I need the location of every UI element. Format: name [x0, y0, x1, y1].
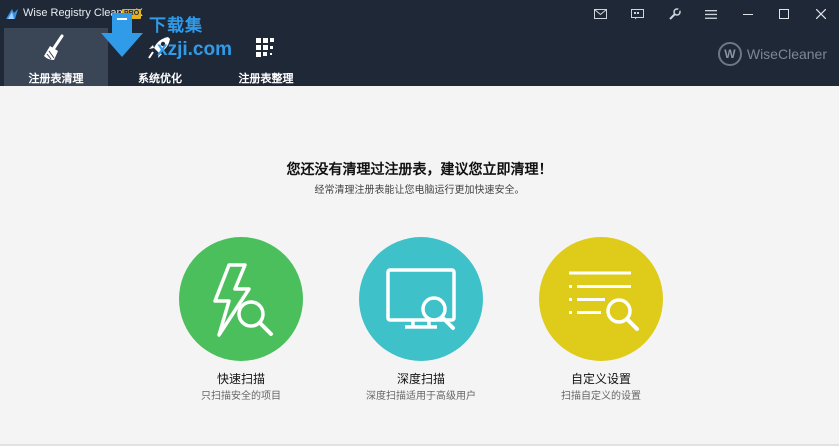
watermark: 下载集 xzji.com: [97, 11, 237, 67]
custom-settings-button[interactable]: 自定义设置 扫描自定义的设置: [539, 237, 663, 403]
app-logo-icon: [6, 9, 18, 19]
deep-scan-button[interactable]: 深度扫描 深度扫描适用于高级用户: [359, 237, 483, 403]
scan-description: 只扫描安全的项目: [201, 391, 281, 402]
menu-icon: [705, 9, 717, 19]
scan-description: 深度扫描适用于高级用户: [366, 391, 476, 402]
wisecleaner-brand[interactable]: W WiseCleaner: [717, 42, 827, 66]
broom-icon: [44, 34, 64, 60]
monitor-search-icon: [386, 268, 456, 330]
scan-title: 深度扫描: [396, 372, 445, 386]
tab-label: 注册表整理: [238, 72, 294, 85]
tools-button[interactable]: [661, 3, 687, 25]
download-arrow-icon: [101, 13, 143, 57]
scan-title: 快速扫描: [216, 372, 265, 386]
feedback-icon: [630, 8, 644, 19]
deep-scan-circle[interactable]: [359, 237, 483, 361]
scan-description: 扫描自定义的设置: [561, 391, 641, 402]
minimize-icon: [743, 14, 753, 15]
page-headline: 您还没有清理过注册表，建议您立即清理！: [286, 162, 553, 178]
brand-name: WiseCleaner: [746, 46, 827, 62]
feedback-button[interactable]: [624, 3, 650, 25]
menu-button[interactable]: [698, 3, 724, 25]
tab-label: 系统优化: [138, 72, 182, 85]
custom-settings-circle[interactable]: [539, 237, 663, 361]
minimize-button[interactable]: [735, 3, 761, 25]
list-search-icon: [569, 271, 639, 331]
app-header: Wise Registry Cleaner X PRO: [0, 0, 839, 86]
tools-icon: [668, 7, 681, 20]
defrag-blocks-icon: [256, 38, 274, 57]
quick-scan-button[interactable]: 快速扫描 只扫描安全的项目: [179, 237, 303, 403]
mail-button[interactable]: [587, 3, 613, 25]
wisecleaner-logo-icon: W: [717, 42, 742, 66]
close-button[interactable]: [808, 3, 834, 25]
watermark-url: xzji.com: [157, 39, 232, 60]
mail-icon: [593, 9, 607, 19]
quick-scan-circle[interactable]: [179, 237, 303, 361]
lightning-search-icon: [213, 263, 273, 337]
tab-registry-clean[interactable]: 注册表清理: [4, 28, 108, 86]
close-icon: [816, 9, 826, 19]
maximize-button[interactable]: [771, 3, 797, 25]
scan-title: 自定义设置: [570, 372, 631, 386]
maximize-icon: [779, 9, 789, 19]
tab-label: 注册表清理: [28, 72, 84, 85]
watermark-text: 下载集: [149, 16, 203, 36]
page-subline: 经常清理注册表能让您电脑运行更加快速安全。: [314, 185, 525, 196]
